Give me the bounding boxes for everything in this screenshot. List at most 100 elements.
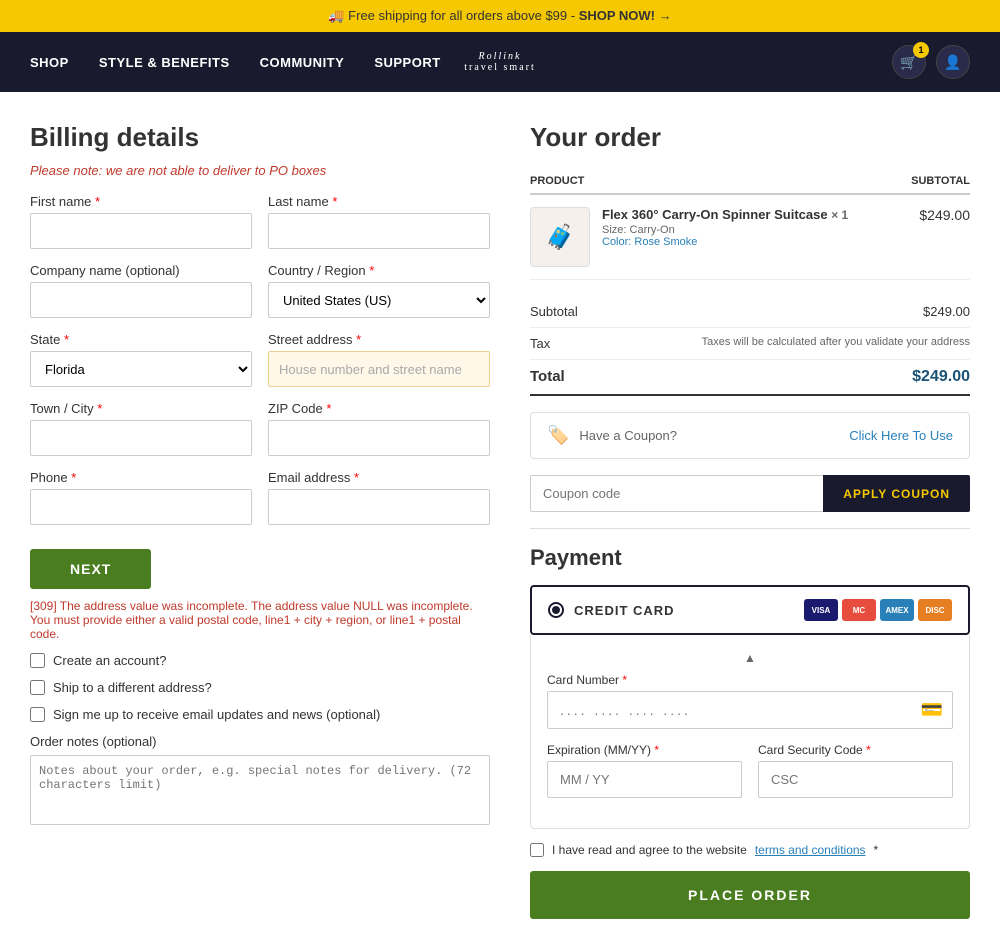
total-label: Total xyxy=(530,368,565,386)
town-zip-row: Town / City * ZIP Code * 00000 xyxy=(30,401,490,456)
expiry-input[interactable] xyxy=(547,761,742,798)
terms-checkbox[interactable] xyxy=(530,843,544,857)
terms-link[interactable]: terms and conditions xyxy=(755,843,866,857)
col-subtotal: SUBTOTAL xyxy=(901,169,970,194)
apply-coupon-button[interactable]: APPLY COUPON xyxy=(823,475,970,512)
card-number-input[interactable] xyxy=(547,691,953,729)
order-notes-label: Order notes (optional) xyxy=(30,734,490,749)
next-button[interactable]: NEXT xyxy=(30,549,151,589)
sign-up-label: Sign me up to receive email updates and … xyxy=(53,707,380,722)
email-label: Email address * xyxy=(268,470,490,485)
first-name-input[interactable] xyxy=(30,213,252,249)
payment-title: Payment xyxy=(530,545,970,571)
order-column: Your order PRODUCT SUBTOTAL 🧳 Flex 36 xyxy=(530,122,970,919)
name-row: First name * Last name * xyxy=(30,194,490,249)
radio-dot-inner xyxy=(552,606,560,614)
country-label: Country / Region * xyxy=(268,263,490,278)
street-group: Street address * xyxy=(268,332,490,387)
error-message: [309] The address value was incomplete. … xyxy=(30,599,490,641)
mastercard-icon: MC xyxy=(842,599,876,621)
cart-button[interactable]: 🛒 1 xyxy=(892,45,926,79)
phone-input[interactable]: +1(234)5678901 xyxy=(30,489,252,525)
phone-label: Phone * xyxy=(30,470,252,485)
csc-input[interactable] xyxy=(758,761,953,798)
csc-group: Card Security Code * xyxy=(758,743,953,798)
card-number-label: Card Number * xyxy=(547,673,953,687)
state-select[interactable]: Florida xyxy=(30,351,252,387)
order-notes-textarea[interactable] xyxy=(30,755,490,825)
nav-shop[interactable]: SHOP xyxy=(30,55,69,70)
subtotal-value: $249.00 xyxy=(923,304,970,319)
town-label: Town / City * xyxy=(30,401,252,416)
discover-icon: DISC xyxy=(918,599,952,621)
terms-text: I have read and agree to the website xyxy=(552,843,747,857)
top-banner: 🚚 Free shipping for all orders above $99… xyxy=(0,0,1000,32)
nav-style[interactable]: STYLE & BENEFITS xyxy=(99,55,230,70)
order-title: Your order xyxy=(530,122,970,153)
order-notes-section: Order notes (optional) xyxy=(30,734,490,828)
company-label: Company name (optional) xyxy=(30,263,252,278)
radio-button xyxy=(548,602,564,618)
create-account-checkbox[interactable] xyxy=(30,653,45,668)
banner-icon: 🚚 xyxy=(328,8,348,23)
state-street-row: State * Florida Street address * xyxy=(30,332,490,387)
product-details: Flex 360° Carry-On Spinner Suitcase × 1 … xyxy=(602,207,848,248)
product-info-row: 🧳 Flex 360° Carry-On Spinner Suitcase × … xyxy=(530,207,901,267)
street-label: Street address * xyxy=(268,332,490,347)
country-select[interactable]: United States (US) xyxy=(268,282,490,318)
product-name: Flex 360° Carry-On Spinner Suitcase × 1 xyxy=(602,207,848,222)
chevron-up-icon: ▲ xyxy=(547,651,953,665)
terms-req: * xyxy=(874,843,879,857)
coupon-code-input[interactable] xyxy=(530,475,823,512)
order-table: PRODUCT SUBTOTAL 🧳 Flex 360° Carry-On Sp… xyxy=(530,169,970,280)
card-icons: VISA MC AMEX DISC xyxy=(804,599,952,621)
first-name-group: First name * xyxy=(30,194,252,249)
company-country-row: Company name (optional) Country / Region… xyxy=(30,263,490,318)
ship-different-checkbox[interactable] xyxy=(30,680,45,695)
subtotal-row: Subtotal $249.00 xyxy=(530,296,970,328)
email-input[interactable] xyxy=(268,489,490,525)
banner-text: Free shipping for all orders above $99 - xyxy=(348,8,579,23)
site-logo: Rollink travel smart xyxy=(464,51,535,73)
nav-links: SHOP STYLE & BENEFITS COMMUNITY SUPPORT xyxy=(30,55,441,70)
card-input-icon: 💳 xyxy=(921,700,943,721)
account-button[interactable]: 👤 xyxy=(936,45,970,79)
expiry-label: Expiration (MM/YY) * xyxy=(547,743,742,757)
tax-row: Tax Taxes will be calculated after you v… xyxy=(530,328,970,360)
expiry-group: Expiration (MM/YY) * xyxy=(547,743,742,798)
town-input[interactable] xyxy=(30,420,252,456)
last-name-group: Last name * xyxy=(268,194,490,249)
company-input[interactable] xyxy=(30,282,252,318)
credit-card-label: CREDIT CARD xyxy=(574,603,794,618)
product-row: 🧳 Flex 360° Carry-On Spinner Suitcase × … xyxy=(530,194,970,280)
phone-group: Phone * +1(234)5678901 xyxy=(30,470,252,525)
last-name-input[interactable] xyxy=(268,213,490,249)
sign-up-checkbox[interactable] xyxy=(30,707,45,722)
credit-card-option[interactable]: CREDIT CARD VISA MC AMEX DISC xyxy=(530,585,970,635)
nav-icons: 🛒 1 👤 xyxy=(892,45,970,79)
nav-support[interactable]: SUPPORT xyxy=(374,55,440,70)
card-number-group: Card Number * 💳 xyxy=(547,673,953,729)
nav-community[interactable]: COMMUNITY xyxy=(260,55,345,70)
visa-icon: VISA xyxy=(804,599,838,621)
street-input[interactable] xyxy=(268,351,490,387)
csc-label: Card Security Code * xyxy=(758,743,953,757)
shop-now-link[interactable]: SHOP NOW! → xyxy=(579,8,672,23)
product-image: 🧳 xyxy=(530,207,590,267)
country-group: Country / Region * United States (US) xyxy=(268,263,490,318)
zip-input[interactable]: 00000 xyxy=(268,420,490,456)
total-row: Total $249.00 xyxy=(530,360,970,396)
create-account-label: Create an account? xyxy=(53,653,166,668)
town-group: Town / City * xyxy=(30,401,252,456)
ship-different-label: Ship to a different address? xyxy=(53,680,212,695)
coupon-icon: 🏷️ xyxy=(547,425,569,446)
email-group: Email address * xyxy=(268,470,490,525)
ship-different-row: Ship to a different address? xyxy=(30,680,490,695)
place-order-button[interactable]: PLACE ORDER xyxy=(530,871,970,919)
coupon-text: Have a Coupon? xyxy=(579,428,677,443)
po-note: Please note: we are not able to deliver … xyxy=(30,163,490,178)
cart-badge: 1 xyxy=(913,42,929,58)
expiry-csc-row: Expiration (MM/YY) * Card Security Code … xyxy=(547,743,953,812)
coupon-link[interactable]: Click Here To Use xyxy=(849,428,953,443)
zip-label: ZIP Code * xyxy=(268,401,490,416)
